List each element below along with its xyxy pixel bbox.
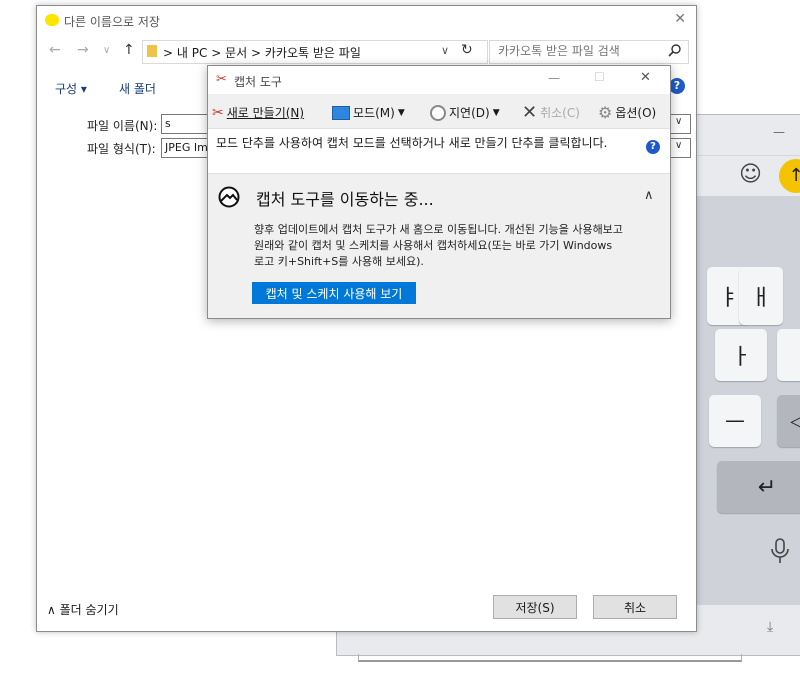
mode-button[interactable]: 모드(M) ▼ bbox=[332, 104, 405, 121]
breadcrumb-item[interactable]: 문서 bbox=[225, 46, 247, 60]
search-box bbox=[489, 40, 689, 64]
snip-info-panel: 모드 단추를 사용하여 캡처 모드를 선택하거나 새로 만들기 단추를 클릭합니… bbox=[208, 128, 670, 174]
scissors-icon: ✂ bbox=[216, 72, 227, 87]
breadcrumb: > 내 PC > 문서 > 카카오톡 받은 파일 bbox=[163, 46, 361, 60]
enter-key[interactable]: ↵ bbox=[717, 461, 800, 513]
snip-titlebar: ✂ 캡처 도구 — ☐ ✕ bbox=[208, 66, 670, 94]
moving-title: 캡처 도구를 이동하는 중... bbox=[256, 190, 434, 209]
keyboard-minimize-button[interactable]: — bbox=[773, 125, 785, 139]
filetype-label: 파일 형식(T): bbox=[87, 142, 156, 156]
try-snip-sketch-button[interactable]: 캡처 및 스케치 사용해 보기 bbox=[252, 282, 416, 304]
dialog-title: 다른 이름으로 저장 bbox=[64, 15, 160, 29]
address-bar[interactable]: > 내 PC > 문서 > 카카오톡 받은 파일 ∨ ↻ bbox=[142, 40, 488, 64]
save-button[interactable]: 저장(S) bbox=[493, 595, 577, 619]
help-icon[interactable]: ? bbox=[669, 78, 685, 94]
collapse-button[interactable]: ∧ bbox=[644, 188, 654, 203]
folder-icon bbox=[147, 45, 157, 57]
clock-icon bbox=[430, 104, 446, 121]
mode-icon bbox=[332, 105, 350, 120]
forward-button[interactable]: → bbox=[77, 42, 89, 58]
microphone-icon[interactable] bbox=[769, 537, 791, 571]
organize-menu[interactable]: 구성 ▾ bbox=[55, 80, 87, 97]
snip-title: 캡처 도구 bbox=[234, 75, 282, 89]
breadcrumb-item[interactable]: 내 PC bbox=[177, 46, 207, 60]
minimize-button[interactable]: — bbox=[548, 71, 560, 85]
cancel-button[interactable]: 취소 bbox=[593, 595, 677, 619]
chevron-down-icon[interactable]: ∨ bbox=[675, 140, 682, 151]
help-icon[interactable]: ? bbox=[646, 140, 660, 154]
snipping-tool-window: ✂ 캡처 도구 — ☐ ✕ ✂ 새로 만들기(N) 모드(M) ▼ 지연(D) … bbox=[207, 65, 671, 319]
kakaotalk-icon bbox=[45, 14, 59, 26]
key-i[interactable]: ㅣ bbox=[777, 329, 800, 381]
hide-folders-toggle[interactable]: ∧ 폴더 숨기기 bbox=[47, 601, 119, 618]
backspace-key[interactable]: ◁ bbox=[777, 395, 800, 447]
maximize-button[interactable]: ☐ bbox=[594, 70, 605, 84]
recent-locations-button[interactable]: ∨ bbox=[103, 45, 110, 56]
download-icon[interactable]: ⤓ bbox=[767, 619, 773, 635]
emoji-icon[interactable]: ☺ bbox=[739, 162, 762, 187]
key-a[interactable]: ㅏ bbox=[715, 329, 767, 381]
info-text: 모드 단추를 사용하여 캡처 모드를 선택하거나 새로 만들기 단추를 클릭합니… bbox=[216, 136, 608, 150]
window-edge bbox=[358, 654, 742, 662]
moving-notice: 캡처 도구를 이동하는 중... ∧ 향후 업데이트에서 캡처 도구가 새 홈으… bbox=[208, 176, 670, 316]
key-eu[interactable]: ㅡ bbox=[709, 395, 761, 447]
close-button[interactable]: ✕ bbox=[640, 70, 651, 85]
search-input[interactable] bbox=[490, 41, 668, 61]
navigation-bar: ← → ∨ ↑ > 내 PC > 문서 > 카카오톡 받은 파일 ∨ ↻ bbox=[37, 38, 696, 66]
close-button[interactable]: ✕ bbox=[674, 11, 686, 27]
dialog-footer: ∧ 폴더 숨기기 저장(S) 취소 bbox=[37, 591, 696, 629]
caret-down-icon: ▼ bbox=[397, 107, 405, 118]
delay-button[interactable]: 지연(D) ▼ bbox=[430, 104, 500, 121]
search-icon[interactable] bbox=[668, 43, 682, 60]
refresh-button[interactable]: ↻ bbox=[461, 42, 473, 58]
caret-down-icon: ▼ bbox=[492, 107, 500, 118]
scissors-icon: ✂ bbox=[212, 104, 224, 121]
arrow-up-icon[interactable]: ↑ bbox=[779, 159, 800, 193]
cancel-snip-button[interactable]: ✕ 취소(C) bbox=[522, 101, 580, 123]
filename-label: 파일 이름(N): bbox=[87, 119, 158, 133]
x-icon: ✕ bbox=[522, 101, 538, 123]
options-button[interactable]: ⚙ 옵션(O) bbox=[598, 104, 656, 121]
moving-body: 향후 업데이트에서 캡처 도구가 새 홈으로 이동됩니다. 개선된 기능을 사용… bbox=[254, 223, 623, 268]
snip-toolbar: ✂ 새로 만들기(N) 모드(M) ▼ 지연(D) ▼ ✕ 취소(C) ⚙ 옵션… bbox=[208, 99, 670, 125]
new-folder-button[interactable]: 새 폴더 bbox=[119, 80, 156, 97]
snip-sketch-icon bbox=[218, 186, 240, 211]
breadcrumb-item[interactable]: 카카오톡 받은 파일 bbox=[265, 46, 361, 60]
key-ae[interactable]: ㅐ bbox=[739, 267, 783, 325]
new-snip-button[interactable]: ✂ 새로 만들기(N) bbox=[212, 104, 304, 121]
back-button[interactable]: ← bbox=[49, 42, 61, 58]
address-dropdown-button[interactable]: ∨ bbox=[441, 44, 449, 57]
up-button[interactable]: ↑ bbox=[123, 42, 135, 58]
gear-icon: ⚙ bbox=[598, 102, 613, 122]
chevron-down-icon[interactable]: ∨ bbox=[675, 116, 682, 127]
